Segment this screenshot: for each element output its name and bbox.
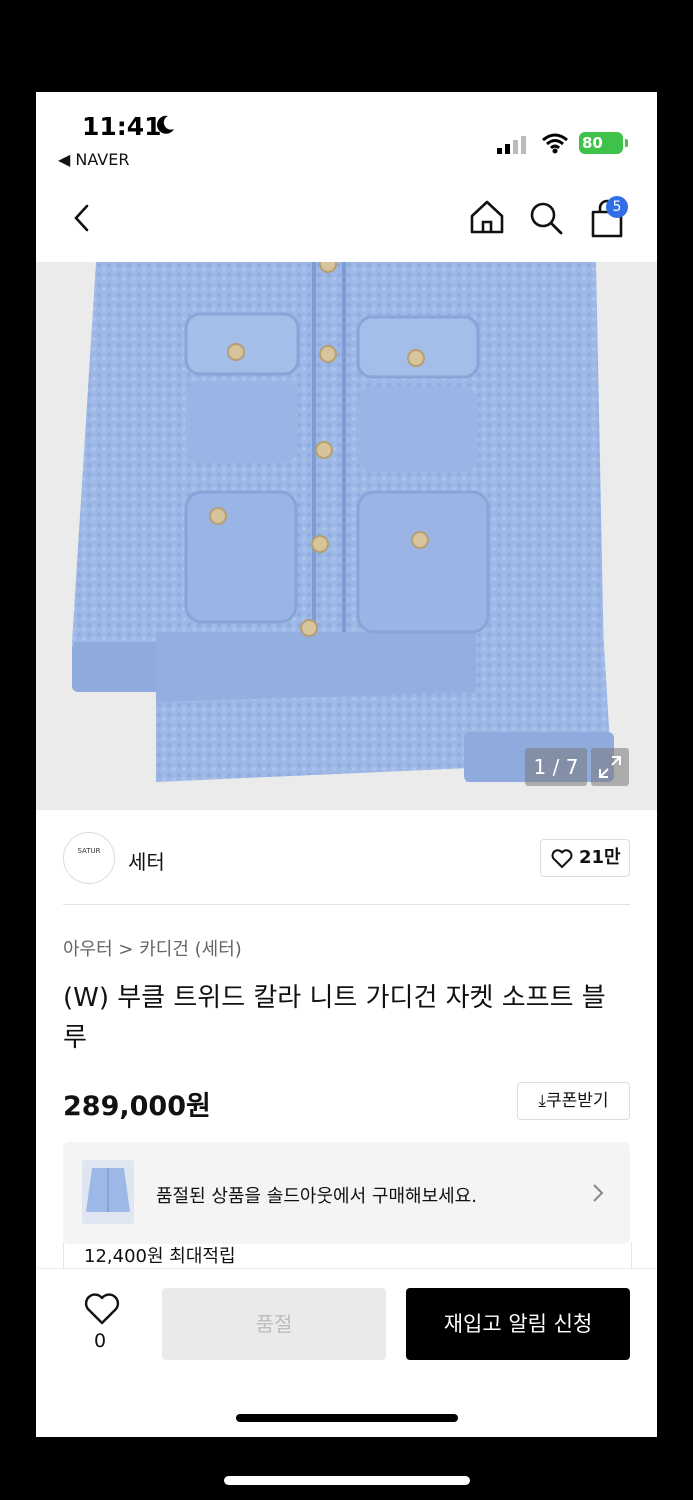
home-icon[interactable] [468, 198, 506, 236]
like-count: 21만 [579, 847, 621, 868]
phone-screen: 11:41 ◀ NAVER 80 5 1 / 7 SATUR 세터 21만 아우… [36, 92, 657, 1437]
wifi-icon [542, 133, 568, 154]
battery-tip [625, 139, 628, 147]
outer-home-indicator [224, 1476, 470, 1485]
product-image[interactable] [36, 262, 657, 810]
status-time: 11:41 [82, 112, 162, 141]
download-icon: ⤓ [538, 1091, 546, 1111]
breadcrumb[interactable]: 아우터 > 카디건 (세터) [63, 935, 242, 961]
product-price: 289,000원 [63, 1091, 211, 1122]
like-button[interactable]: 21만 [540, 839, 630, 877]
back-to-app-link[interactable]: ◀ NAVER [58, 150, 129, 169]
expand-icon[interactable] [591, 748, 629, 786]
coupon-button[interactable]: ⤓쿠폰받기 [517, 1082, 630, 1120]
product-title: (W) 부클 트위드 칼라 니트 가디건 자켓 소프트 블루 [63, 983, 606, 1053]
brand-logo[interactable]: SATUR [63, 832, 115, 884]
brand-logo-text: SATUR [77, 847, 101, 855]
home-indicator [236, 1414, 458, 1422]
brand-name[interactable]: 세터 [128, 846, 165, 875]
cart-count-badge: 5 [606, 196, 628, 218]
search-icon[interactable] [528, 200, 564, 236]
soldout-banner-text: 품절된 상품을 솔드아웃에서 구매해보세요. [156, 1186, 477, 1207]
jacket-illustration [72, 262, 614, 782]
chevron-right-icon [593, 1184, 604, 1202]
moon-icon [157, 115, 174, 134]
wish-count: 0 [94, 1330, 107, 1352]
jacket-thumbnail [86, 1168, 130, 1212]
divider [63, 904, 630, 905]
restock-alert-button[interactable]: 재입고 알림 신청 [406, 1288, 630, 1360]
heart-icon[interactable] [84, 1292, 120, 1326]
heart-icon [551, 849, 573, 868]
signal-icon [497, 136, 526, 154]
max-points: 12,400원 최대적립 [84, 1246, 236, 1267]
soldout-button: 품절 [162, 1288, 386, 1360]
banner-thumbnail [82, 1160, 134, 1224]
back-arrow-icon[interactable] [70, 202, 94, 234]
battery-indicator: 80 [579, 132, 623, 154]
image-counter: 1 / 7 [525, 748, 587, 786]
coupon-label: 쿠폰받기 [545, 1091, 609, 1111]
